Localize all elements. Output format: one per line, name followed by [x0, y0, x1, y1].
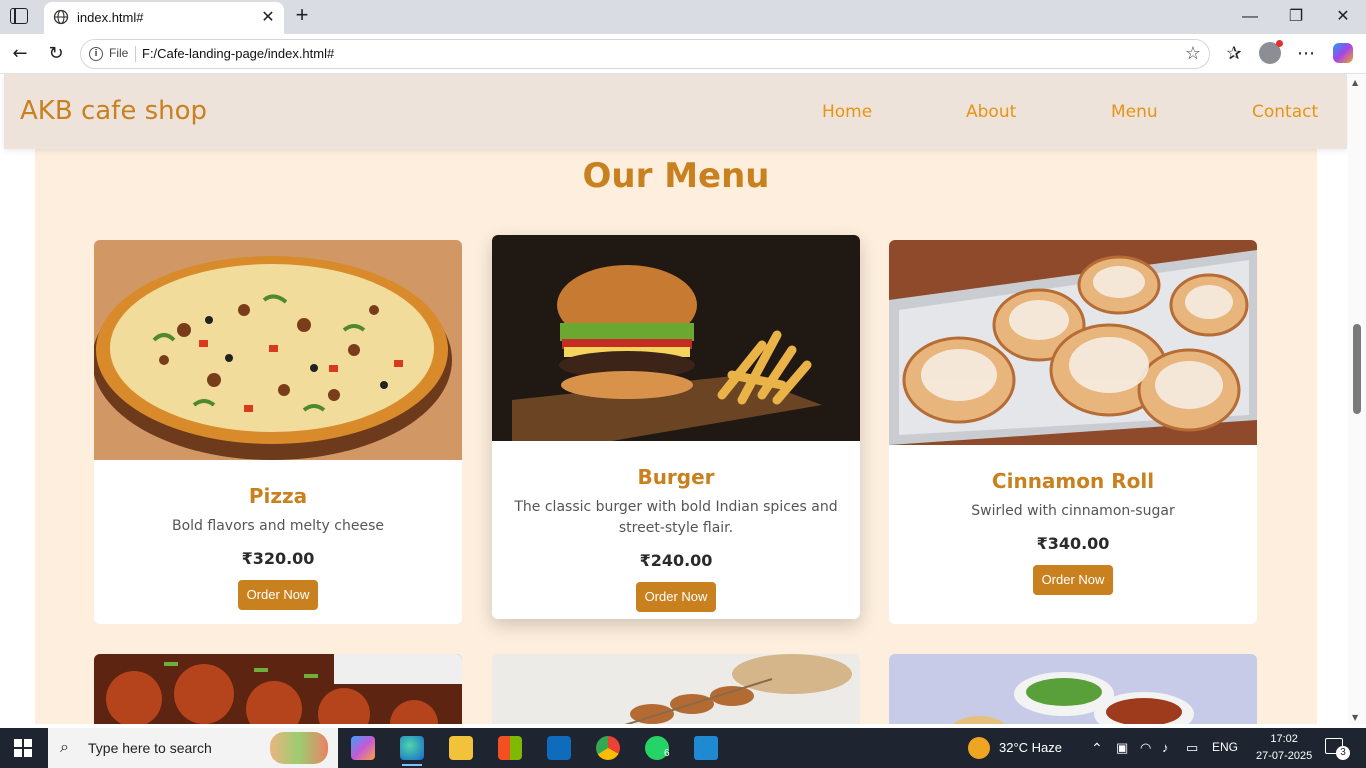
item-name: Pizza	[248, 484, 308, 508]
browser-tab[interactable]: index.html# ✕	[44, 2, 284, 34]
minimize-icon[interactable]: —	[1227, 4, 1273, 30]
menu-card-burger: Burger The classic burger with bold Indi…	[492, 235, 860, 619]
tab-actions-icon[interactable]	[10, 8, 28, 24]
windows-taskbar: ⌕ Type here to search 6 32°C Haze ⌃ ▣ ◠ …	[0, 728, 1366, 768]
copilot-app-icon[interactable]	[351, 736, 375, 760]
burger-image	[492, 235, 860, 441]
item-description: Swirled with cinnamon-sugar	[971, 503, 1175, 519]
nav-link-contact[interactable]: Contact	[1252, 102, 1318, 122]
page-viewport: Our Menu Pizza Bold flavors and melty ch…	[0, 74, 1366, 724]
copilot-icon[interactable]	[1333, 43, 1353, 63]
chrome-icon[interactable]	[596, 736, 620, 760]
whatsapp-badge: 6	[664, 748, 670, 759]
weather-icon[interactable]	[968, 737, 990, 759]
favorite-star-icon[interactable]: ☆	[1185, 43, 1201, 64]
menu-card-next-3	[889, 654, 1257, 724]
item-price: ₹240.00	[639, 551, 713, 570]
pizza-image	[94, 240, 462, 460]
back-icon[interactable]: ←	[8, 42, 32, 66]
nav-link-home[interactable]: Home	[822, 102, 872, 122]
browser-toolbar: ← ↻ i File F:/Cafe-landing-page/index.ht…	[0, 34, 1366, 74]
browser-tab-bar: index.html# ✕ + — ❐ ✕	[0, 0, 1366, 34]
profile-avatar[interactable]	[1259, 40, 1283, 64]
edge-app-icon[interactable]	[400, 736, 424, 766]
item-name: Cinnamon Roll	[991, 469, 1155, 493]
search-highlight-art	[270, 732, 328, 764]
taskbar-search[interactable]: ⌕ Type here to search	[48, 728, 338, 768]
item-name: Burger	[637, 465, 715, 489]
show-hidden-icons[interactable]: ⌃	[1091, 740, 1103, 757]
order-now-button[interactable]: Order Now	[636, 582, 716, 612]
item-price: ₹340.00	[1036, 534, 1110, 553]
search-placeholder: Type here to search	[88, 740, 212, 756]
network-icon[interactable]: ◠	[1140, 740, 1151, 756]
info-icon[interactable]: i	[89, 47, 103, 61]
close-window-icon[interactable]: ✕	[1320, 4, 1366, 30]
menu-card-cinnamon-roll: Cinnamon Roll Swirled with cinnamon-suga…	[889, 240, 1257, 624]
item-description: The classic burger with bold Indian spic…	[514, 499, 838, 536]
order-now-button[interactable]: Order Now	[238, 580, 318, 610]
menu-card-next-1	[94, 654, 462, 724]
menu-card-pizza: Pizza Bold flavors and melty cheese ₹320…	[94, 240, 462, 624]
favorites-icon[interactable]: ✰	[1222, 42, 1246, 66]
cinnamon-roll-image	[889, 240, 1257, 445]
nav-link-about[interactable]: About	[966, 102, 1016, 122]
order-now-button[interactable]: Order Now	[1033, 565, 1113, 595]
item-description: Bold flavors and melty cheese	[171, 518, 384, 534]
windows-start-icon[interactable]	[14, 739, 32, 757]
vscode-icon[interactable]	[694, 736, 718, 760]
close-tab-icon[interactable]: ✕	[258, 7, 278, 27]
weather-text[interactable]: 32°C Haze	[999, 740, 1062, 755]
address-prefix: File	[109, 46, 129, 60]
scroll-up-icon[interactable]: ▲	[1352, 78, 1358, 87]
nav-link-menu[interactable]: Menu	[1111, 102, 1158, 122]
language-indicator[interactable]: ENG	[1212, 740, 1238, 754]
more-options-icon[interactable]: ⋯	[1294, 42, 1318, 66]
site-brand[interactable]: AKB cafe shop	[20, 96, 207, 126]
kebab-image	[492, 654, 860, 724]
site-navbar: AKB cafe shop Home About Menu Contact	[4, 74, 1347, 149]
address-bar[interactable]: i File F:/Cafe-landing-page/index.html# …	[80, 39, 1210, 69]
meet-now-icon[interactable]: ▣	[1116, 740, 1128, 756]
clock[interactable]: 17:02 27-07-2025	[1256, 731, 1312, 765]
menu-card-next-2	[492, 654, 860, 724]
refresh-icon[interactable]: ↻	[44, 42, 68, 66]
menu-section: Our Menu Pizza Bold flavors and melty ch…	[35, 74, 1317, 724]
volume-icon[interactable]: ♪	[1162, 740, 1169, 755]
search-icon: ⌕	[60, 737, 69, 756]
restore-icon[interactable]: ❐	[1273, 4, 1319, 30]
clock-time: 17:02	[1270, 733, 1298, 745]
address-divider	[135, 46, 136, 62]
page-scrollbar[interactable]: ▲ ▼	[1348, 74, 1366, 724]
manchurian-image	[94, 654, 462, 724]
notification-count: 3	[1336, 746, 1350, 760]
clock-date: 27-07-2025	[1256, 750, 1313, 762]
battery-icon[interactable]: ▭	[1186, 740, 1198, 756]
globe-icon	[53, 9, 69, 25]
scrollbar-thumb[interactable]	[1353, 324, 1361, 414]
outlook-icon[interactable]	[547, 736, 571, 760]
item-price: ₹320.00	[241, 549, 315, 568]
section-title: Our Menu	[582, 156, 770, 196]
new-tab-icon[interactable]: +	[290, 4, 314, 28]
microsoft-store-icon[interactable]	[498, 736, 522, 760]
chaat-image	[889, 654, 1257, 724]
tab-title: index.html#	[77, 10, 144, 25]
scroll-down-icon[interactable]: ▼	[1352, 713, 1358, 722]
url-text[interactable]: F:/Cafe-landing-page/index.html#	[142, 46, 334, 61]
file-explorer-icon[interactable]	[449, 736, 473, 760]
